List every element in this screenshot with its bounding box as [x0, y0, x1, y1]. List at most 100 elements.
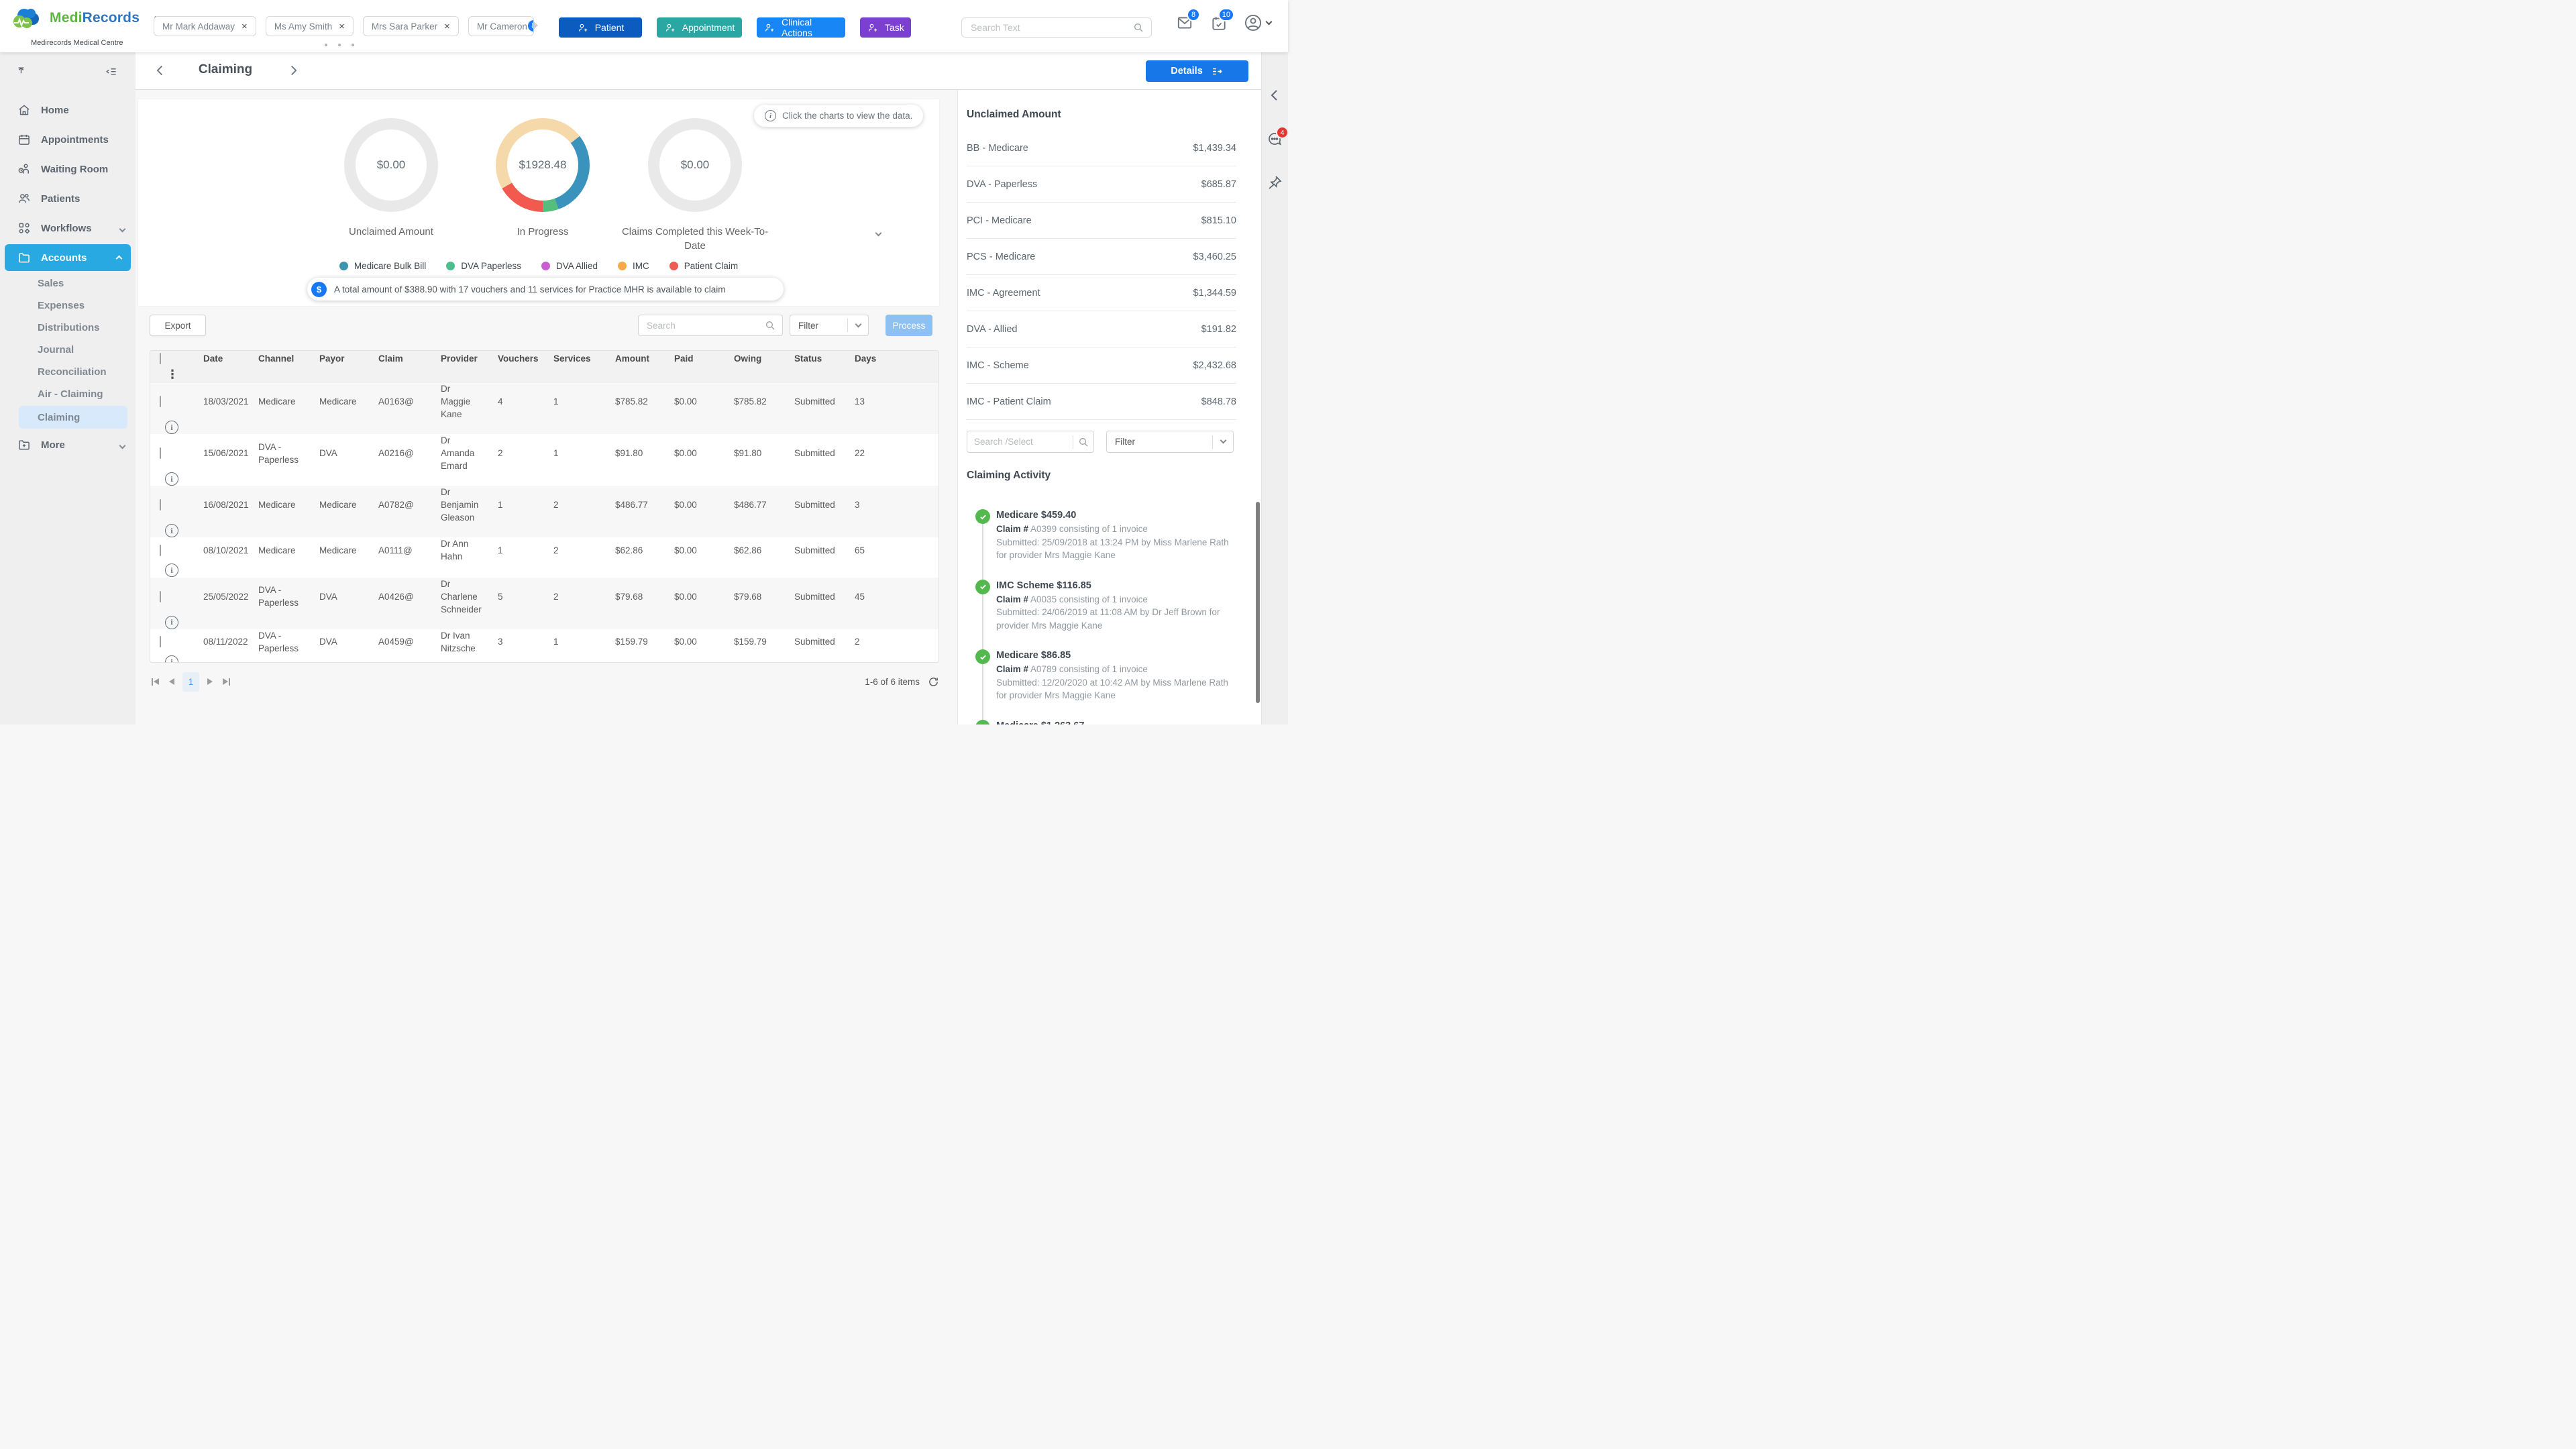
- first-page-button[interactable]: [150, 676, 161, 688]
- unclaimed-amount-row[interactable]: IMC - Agreement $1,344.59: [967, 275, 1236, 311]
- donut-chart[interactable]: $1928.48: [496, 118, 590, 212]
- row-checkbox[interactable]: [160, 396, 161, 407]
- search-icon[interactable]: [1133, 22, 1144, 33]
- sidebar-subitem[interactable]: Claiming: [19, 406, 127, 429]
- unclaimed-amount-row[interactable]: BB - Medicare $1,439.34: [967, 130, 1236, 166]
- unclaimed-amount-row[interactable]: IMC - Patient Claim $848.78: [967, 384, 1236, 420]
- sidebar-item-appointments[interactable]: Appointments: [0, 125, 136, 154]
- page-number-button[interactable]: 1: [182, 672, 199, 692]
- collapse-sidebar-icon[interactable]: [105, 66, 117, 78]
- table-row[interactable]: 18/03/2021 Medicare Medicare A0163@ Dr M…: [150, 382, 938, 434]
- row-checkbox[interactable]: [160, 636, 161, 647]
- sidebar-subitem[interactable]: Expenses: [0, 294, 136, 317]
- column-header-channel[interactable]: Channel: [243, 354, 304, 364]
- expand-panel-button[interactable]: [1267, 87, 1284, 105]
- chat-button[interactable]: 4: [1267, 131, 1284, 149]
- forward-button[interactable]: [286, 63, 302, 79]
- legend-item[interactable]: Medicare Bulk Bill: [339, 261, 426, 271]
- row-info-icon[interactable]: [165, 616, 178, 629]
- activity-item[interactable]: Medicare $459.40 Claim # A0399 consistin…: [967, 508, 1251, 562]
- table-filter-dropdown[interactable]: Filter: [790, 315, 869, 336]
- search-icon[interactable]: [1078, 437, 1089, 447]
- unclaimed-amount-row[interactable]: DVA - Allied $191.82: [967, 311, 1236, 347]
- activity-item[interactable]: Medicare $1,263.67 Claim #: [967, 719, 1251, 725]
- row-info-icon[interactable]: [165, 524, 178, 537]
- patient-tab[interactable]: Mr Cameron 8: [468, 16, 534, 36]
- sidebar-item-waiting-room[interactable]: Waiting Room: [0, 154, 136, 184]
- donut-chart[interactable]: $0.00: [648, 118, 742, 212]
- pin-sidebar-icon[interactable]: [15, 66, 28, 78]
- completed-period-chevron-icon[interactable]: [875, 230, 882, 237]
- sidebar-item-patients[interactable]: Patients: [0, 184, 136, 213]
- sidebar-subitem[interactable]: Distributions: [0, 317, 136, 339]
- column-header-owing[interactable]: Owing: [718, 354, 779, 364]
- refresh-icon[interactable]: [928, 676, 939, 688]
- legend-item[interactable]: DVA Allied: [541, 261, 598, 271]
- column-header-provider[interactable]: Provider: [425, 354, 482, 364]
- legend-item[interactable]: Patient Claim: [669, 261, 738, 271]
- close-icon[interactable]: [339, 21, 345, 32]
- close-icon[interactable]: [241, 21, 248, 32]
- row-info-icon[interactable]: [165, 421, 178, 434]
- legend-item[interactable]: DVA Paperless: [446, 261, 521, 271]
- row-info-icon[interactable]: [165, 564, 178, 577]
- search-icon[interactable]: [765, 320, 775, 331]
- quick-action-button[interactable]: Task: [860, 17, 911, 38]
- sidebar-subitem[interactable]: Sales: [0, 272, 136, 294]
- panel-filter-dropdown[interactable]: Filter: [1106, 431, 1234, 453]
- column-header-paid[interactable]: Paid: [659, 354, 718, 364]
- next-page-button[interactable]: [205, 676, 215, 687]
- unclaimed-amount-row[interactable]: PCI - Medicare $815.10: [967, 203, 1236, 239]
- row-info-icon[interactable]: [165, 472, 178, 486]
- donut-chart[interactable]: $0.00: [344, 118, 438, 212]
- activity-item[interactable]: Medicare $86.85 Claim # A0789 consisting…: [967, 649, 1251, 702]
- row-checkbox[interactable]: [160, 591, 161, 602]
- select-all-checkbox[interactable]: [160, 353, 161, 364]
- close-icon[interactable]: [444, 21, 450, 32]
- messages-button[interactable]: 8: [1175, 13, 1194, 32]
- unclaimed-amount-row[interactable]: PCS - Medicare $3,460.25: [967, 239, 1236, 275]
- row-checkbox[interactable]: [160, 499, 161, 511]
- sidebar-item-home[interactable]: Home: [0, 95, 136, 125]
- details-button[interactable]: Details: [1146, 60, 1248, 82]
- column-header-days[interactable]: Days: [839, 354, 938, 364]
- sidebar-subitem[interactable]: Journal: [0, 339, 136, 361]
- patient-tab[interactable]: Mr Mark Addaway: [154, 16, 256, 36]
- process-button[interactable]: Process: [885, 315, 932, 336]
- unclaimed-amount-row[interactable]: IMC - Scheme $2,432.68: [967, 347, 1236, 384]
- table-row[interactable]: 15/06/2021 DVA - Paperless DVA A0216@ Dr…: [150, 434, 938, 486]
- sidebar-subitem[interactable]: Air - Claiming: [0, 383, 136, 405]
- column-header-date[interactable]: Date: [188, 354, 243, 364]
- table-row[interactable]: 16/08/2021 Medicare Medicare A0782@ Dr B…: [150, 486, 938, 537]
- last-page-button[interactable]: [221, 676, 232, 688]
- table-row[interactable]: 25/05/2022 DVA - Paperless DVA A0426@ Dr…: [150, 578, 938, 629]
- column-settings-kebab-icon[interactable]: [166, 370, 178, 379]
- panel-search-input[interactable]: [967, 436, 1073, 447]
- appointments-notifications-button[interactable]: 10: [1210, 13, 1228, 32]
- previous-page-button[interactable]: [167, 676, 176, 687]
- row-checkbox[interactable]: [160, 447, 161, 459]
- column-header-vouchers[interactable]: Vouchers: [482, 354, 538, 364]
- sidebar-subitem[interactable]: Reconciliation: [0, 361, 136, 383]
- pin-button[interactable]: [1267, 174, 1284, 192]
- quick-action-button[interactable]: Patient: [559, 17, 642, 38]
- unclaimed-amount-row[interactable]: DVA - Paperless $685.87: [967, 166, 1236, 203]
- table-row[interactable]: 08/10/2021 Medicare Medicare A0111@ Dr A…: [150, 537, 938, 578]
- table-row[interactable]: 08/11/2022 DVA - Paperless DVA A0459@ Dr…: [150, 629, 938, 663]
- quick-action-button[interactable]: Appointment: [657, 17, 742, 38]
- row-info-icon[interactable]: [165, 655, 178, 663]
- column-header-services[interactable]: Services: [538, 354, 600, 364]
- activity-scrollbar[interactable]: [1256, 502, 1260, 703]
- activity-item[interactable]: IMC Scheme $116.85 Claim # A0035 consist…: [967, 579, 1251, 633]
- table-search-input[interactable]: [645, 320, 765, 331]
- global-search-input[interactable]: [969, 21, 1133, 34]
- back-button[interactable]: [153, 63, 169, 79]
- patient-tab[interactable]: Mrs Sara Parker: [363, 16, 459, 36]
- sidebar-item-accounts[interactable]: Accounts: [5, 244, 131, 271]
- app-logo[interactable]: MediRecords: [11, 7, 162, 30]
- column-header-claim[interactable]: Claim: [363, 354, 425, 364]
- legend-item[interactable]: IMC: [618, 261, 649, 271]
- patient-tab[interactable]: Ms Amy Smith: [266, 16, 354, 36]
- export-button[interactable]: Export: [150, 315, 206, 336]
- sidebar-item-workflows[interactable]: Workflows: [0, 213, 136, 243]
